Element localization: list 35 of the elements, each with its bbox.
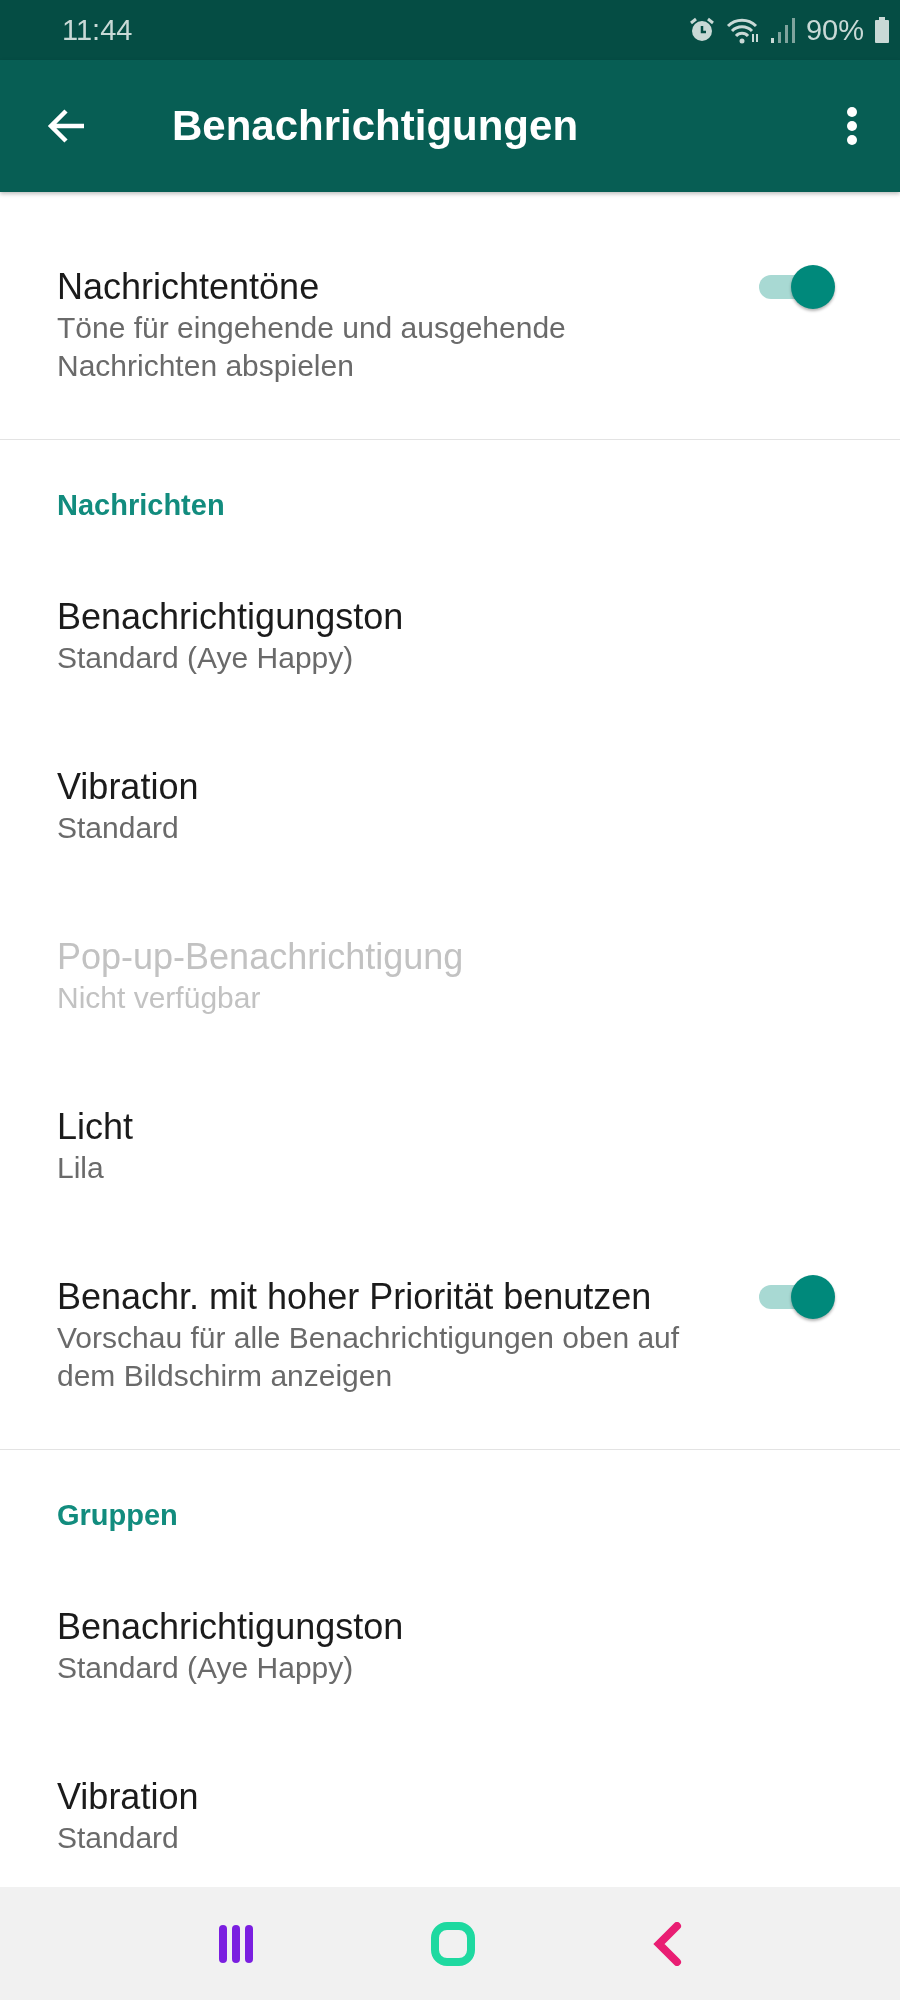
item-subtitle: Standard [57, 810, 179, 846]
item-title: Nachrichtentöne [57, 265, 320, 309]
settings-item[interactable]: Benachrichtigungston Standard (Aye Happy) [0, 551, 900, 721]
settings-item[interactable]: Licht Lila [0, 1061, 900, 1231]
battery-percentage: 90% [805, 13, 864, 47]
item-title: Pop-up-Benachrichtigung [57, 935, 464, 979]
item-subtitle: Nicht verfügbar [57, 980, 261, 1016]
settings-item[interactable]: Vibration Standard [0, 1731, 900, 1887]
battery-icon [874, 16, 890, 44]
settings-item[interactable]: Vibration Standard [0, 721, 900, 891]
item-title: Benachrichtigungston [57, 595, 404, 639]
section-header: Nachrichten [56, 488, 226, 523]
settings-item[interactable]: Benachr. mit hoher Priorität benutzen Vorschau für alle Benachrichtigungen oben auf dem Bildschirm anzeigen [0, 1231, 900, 1439]
back-button[interactable] [46, 108, 86, 144]
section-header: Gruppen [56, 1498, 179, 1533]
item-subtitle: Standard (Aye Happy) [57, 1650, 354, 1686]
item-subtitle: Standard [57, 1820, 179, 1856]
item-subtitle: Vorschau für alle Benachrichtigungen oben auf dem Bildschirm anzeigen [57, 1320, 681, 1394]
item-title: Benachr. mit hoher Priorität benutzen [57, 1275, 652, 1319]
item-title: Vibration [57, 1775, 199, 1819]
screen-title: Benachrichtigungen [172, 102, 580, 150]
settings-item[interactable]: Nachrichtentöne Töne für eingehende und ausgehende Nachrichten abspielen [0, 221, 900, 429]
item-subtitle: Standard (Aye Happy) [57, 640, 354, 676]
wifi-icon [725, 16, 760, 44]
settings-item[interactable]: Benachrichtigungston Standard (Aye Happy) [0, 1561, 900, 1731]
item-title: Benachrichtigungston [57, 1605, 404, 1649]
more-options-button[interactable] [846, 106, 858, 146]
item-title: Vibration [57, 765, 199, 809]
item-title: Licht [57, 1105, 134, 1149]
item-subtitle: Lila [57, 1150, 104, 1186]
item-subtitle: Töne für eingehende und ausgehende Nachrichten abspielen [57, 310, 567, 384]
signal-icon [769, 16, 796, 44]
clock-time: 11:44 [62, 13, 133, 47]
recent-apps-button[interactable] [217, 1922, 256, 1965]
alarm-icon [687, 16, 716, 44]
